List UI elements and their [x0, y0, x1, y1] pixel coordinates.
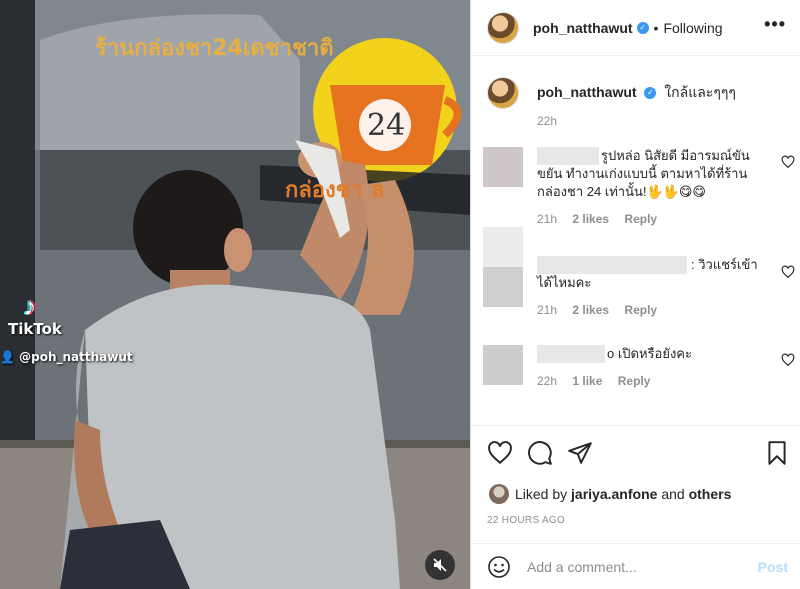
comment-text: รูปหล่อ นิสัยดี มีอารมณ์ขัน ขยัน ทำงานเก… [537, 147, 750, 199]
caption-time: 22h [537, 114, 558, 128]
liked-by-others[interactable]: others [689, 486, 732, 502]
comment-time: 21h [537, 303, 558, 317]
post-header: poh_natthawut ✓ • Following ••• [471, 0, 800, 56]
comment-text: : วิวแชร์เข้า ได้ไหมคะ [537, 256, 758, 290]
avatar[interactable] [487, 11, 519, 44]
header-username[interactable]: poh_natthawut [533, 20, 633, 36]
comment-likes[interactable]: 2 likes [572, 212, 609, 226]
emoji-icon[interactable] [487, 555, 511, 579]
post-timestamp: 22 HOURS AGO [487, 515, 566, 526]
share-icon[interactable] [567, 440, 593, 466]
redacted-username [537, 147, 599, 165]
comment-time: 22h [537, 374, 558, 388]
caption-avatar[interactable] [487, 77, 519, 109]
verified-badge-icon: ✓ [644, 87, 657, 100]
caption-text: ใกล้และๆๆๆ [664, 84, 736, 100]
user-icon: 👤 [0, 350, 15, 364]
comment-input[interactable] [527, 558, 727, 575]
post-actions: Liked by jariya.anfone and others 22 HOU… [471, 425, 800, 543]
comment-avatar[interactable] [483, 227, 523, 307]
liked-by: Liked by jariya.anfone and others [489, 484, 731, 504]
comment-likes[interactable]: 1 like [572, 374, 602, 388]
header-separator: • [653, 19, 659, 36]
comment-time: 21h [537, 212, 558, 226]
caption: poh_natthawut ✓ ใกล้และๆๆๆ [487, 75, 736, 109]
shop-sign-text: ร้านกล่องชา24เดชาชาติ [95, 36, 334, 61]
post-side-panel: poh_natthawut ✓ • Following ••• poh_natt… [471, 0, 800, 589]
liker-username[interactable]: jariya.anfone [571, 486, 657, 502]
cup-number: 24 [367, 108, 406, 143]
comment-item: : วิวแชร์เข้า ได้ไหมคะ 21h 2 likes Reply [483, 227, 795, 319]
caption-username[interactable]: poh_natthawut [537, 84, 637, 100]
comment-text: o เปิดหรือยังคะ [537, 345, 773, 363]
video-frame [0, 0, 470, 589]
verified-badge-icon: ✓ [636, 21, 649, 34]
comment-item: o เปิดหรือยังคะ 22h 1 like Reply [483, 345, 795, 390]
comment-likes[interactable]: 2 likes [572, 303, 609, 317]
comment-avatar[interactable] [483, 345, 523, 385]
reply-button[interactable]: Reply [624, 212, 657, 226]
add-comment-bar: Post [471, 543, 800, 589]
reply-button[interactable]: Reply [618, 374, 651, 388]
speaker-muted-icon [433, 558, 447, 572]
redacted-username [537, 345, 605, 363]
comment-item: รูปหล่อ นิสัยดี มีอารมณ์ขัน ขยัน ทำงานเก… [483, 147, 795, 228]
tiktok-note-icon: ♪ [23, 291, 37, 321]
comment-like-heart-icon[interactable] [781, 265, 795, 279]
liker-avatar[interactable] [489, 484, 509, 504]
bookmark-icon[interactable] [764, 440, 790, 466]
comment-avatar[interactable] [483, 147, 523, 187]
mute-button[interactable] [425, 550, 455, 580]
comment-like-heart-icon[interactable] [781, 155, 795, 169]
tiktok-watermark: ♪ TikTok [8, 291, 62, 338]
reply-button[interactable]: Reply [624, 303, 657, 317]
tiktok-username: 👤 @poh_natthawut [0, 350, 133, 364]
comment-icon[interactable] [527, 440, 553, 466]
post-comment-button[interactable]: Post [758, 559, 788, 575]
window-text: กล่องชา ล [285, 178, 385, 203]
comments-list[interactable]: poh_natthawut ✓ ใกล้และๆๆๆ 22h รูปหล่อ น… [471, 57, 800, 425]
following-button[interactable]: Following [663, 20, 722, 36]
heart-icon[interactable] [487, 440, 513, 466]
post-video[interactable]: ร้านกล่องชา24เดชาชาติ 24 กล่องชา ล ♪ Tik… [0, 0, 470, 589]
more-options-icon[interactable]: ••• [764, 14, 786, 35]
tiktok-logo-text: TikTok [8, 320, 62, 338]
comment-like-heart-icon[interactable] [781, 353, 795, 367]
redacted-username [537, 256, 687, 274]
